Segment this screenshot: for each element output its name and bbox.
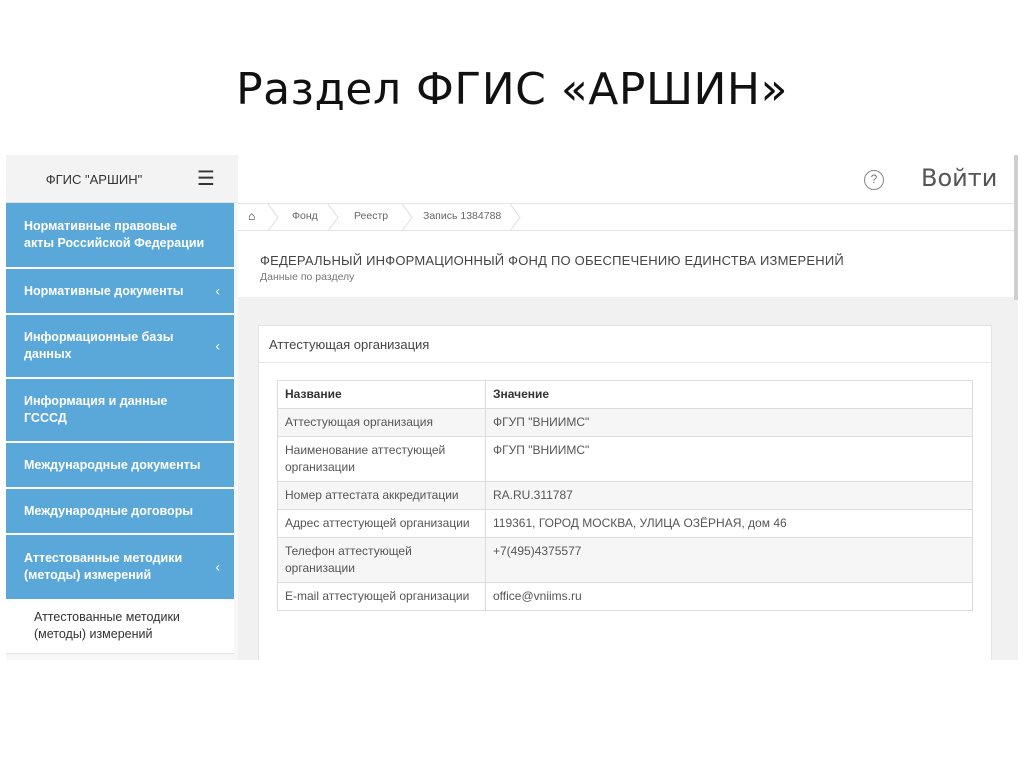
breadcrumb: ⌂ Фонд Реестр Запись 1384788	[238, 203, 1014, 231]
table-row: Аттестующая организация ФГУП "ВНИИМС"	[277, 408, 973, 437]
attributes-table: Название Значение Аттестующая организаци…	[277, 380, 973, 611]
topbar: ? Войти	[238, 155, 1018, 203]
row-key: Адрес аттестующей организации	[277, 509, 486, 538]
page-title: ФЕДЕРАЛЬНЫЙ ИНФОРМАЦИОННЫЙ ФОНД ПО ОБЕСП…	[260, 253, 844, 268]
sidebar-item-label: Аттестованные методики (методы) измерени…	[24, 551, 183, 582]
main-content: ? Войти ⌂ Фонд Реестр Запись 1384788 ФЕД…	[238, 155, 1018, 660]
row-value: ФГУП "ВНИИМС"	[485, 408, 973, 437]
row-value: 119361, ГОРОД МОСКВА, УЛИЦА ОЗЁРНАЯ, дом…	[485, 509, 973, 538]
breadcrumb-item-fond[interactable]: Фонд	[292, 204, 318, 231]
home-icon[interactable]: ⌂	[248, 204, 255, 231]
table-row: E-mail аттестующей организации office@vn…	[277, 582, 973, 611]
breadcrumb-separator	[509, 204, 521, 231]
table-header-row: Название Значение	[277, 380, 973, 409]
table-row: Наименование аттестующей организации ФГУ…	[277, 436, 973, 482]
breadcrumb-item-record[interactable]: Запись 1384788	[423, 204, 501, 231]
sidebar-subitem-methods[interactable]: Аттестованные методики (методы) измерени…	[6, 601, 234, 654]
breadcrumb-item-registry[interactable]: Реестр	[354, 204, 388, 231]
help-icon[interactable]: ?	[864, 170, 884, 190]
sidebar-item-label: Нормативные правовые акты Российской Фед…	[24, 219, 205, 250]
page-subtitle: Данные по разделу	[260, 271, 355, 283]
sidebar-item-intl-treaties[interactable]: Международные договоры	[6, 489, 234, 535]
table-row: Номер аттестата аккредитации RA.RU.31178…	[277, 481, 973, 510]
row-key: Телефон аттестующей организации	[277, 537, 486, 583]
chevron-left-icon: ‹	[215, 337, 220, 354]
chevron-left-icon: ‹	[215, 558, 220, 575]
screenshot: ФГИС "АРШИН" ☰ Нормативные правовые акты…	[6, 155, 1018, 660]
panel-divider	[259, 362, 991, 363]
sidebar-item-label: Нормативные документы	[24, 283, 184, 298]
sidebar-item-intl-docs[interactable]: Международные документы	[6, 443, 234, 489]
scrollbar[interactable]	[1014, 155, 1018, 300]
breadcrumb-separator	[401, 204, 413, 231]
column-header-name: Название	[277, 380, 486, 409]
attesting-org-panel: Аттестующая организация Название Значени…	[258, 325, 992, 660]
chevron-left-icon: ‹	[215, 282, 220, 299]
sidebar-brand: ФГИС "АРШИН" ☰	[6, 155, 238, 203]
panel-title: Аттестующая организация	[269, 337, 430, 352]
breadcrumb-separator	[327, 204, 339, 231]
sidebar-item-legal-acts[interactable]: Нормативные правовые акты Российской Фед…	[6, 203, 234, 269]
row-value: office@vniims.ru	[485, 582, 973, 611]
sidebar-item-label: Информация и данные ГСССД	[24, 394, 168, 425]
row-value: +7(495)4375577	[485, 537, 973, 583]
sidebar-item-label: Международные документы	[24, 457, 201, 472]
breadcrumb-separator	[267, 204, 279, 231]
column-header-value: Значение	[485, 380, 973, 409]
sidebar-item-gsssd[interactable]: Информация и данные ГСССД	[6, 379, 234, 443]
row-key: E-mail аттестующей организации	[277, 582, 486, 611]
row-key: Номер аттестата аккредитации	[277, 481, 486, 510]
page-header: ФЕДЕРАЛЬНЫЙ ИНФОРМАЦИОННЫЙ ФОНД ПО ОБЕСП…	[238, 231, 1014, 297]
sidebar-item-info-databases[interactable]: Информационные базы данных ‹	[6, 315, 234, 379]
sidebar-item-label: Международные договоры	[24, 503, 194, 518]
sidebar-item-label: Информационные базы данных	[24, 330, 174, 361]
sidebar: ФГИС "АРШИН" ☰ Нормативные правовые акты…	[6, 155, 238, 660]
row-value: ФГУП "ВНИИМС"	[485, 436, 973, 482]
sidebar-item-normative-docs[interactable]: Нормативные документы ‹	[6, 269, 234, 315]
table-row: Телефон аттестующей организации +7(495)4…	[277, 537, 973, 583]
hamburger-icon[interactable]: ☰	[186, 167, 226, 193]
row-value: RA.RU.311787	[485, 481, 973, 510]
table-row: Адрес аттестующей организации 119361, ГО…	[277, 509, 973, 538]
slide-title: Раздел ФГИС «АРШИН»	[236, 64, 788, 115]
row-key: Наименование аттестующей организации	[277, 436, 486, 482]
row-key: Аттестующая организация	[277, 408, 486, 437]
login-button[interactable]: Войти	[921, 164, 997, 192]
brand-name[interactable]: ФГИС "АРШИН"	[6, 172, 182, 187]
sidebar-item-methods[interactable]: Аттестованные методики (методы) измерени…	[6, 535, 234, 601]
sidebar-nav: Нормативные правовые акты Российской Фед…	[6, 203, 238, 654]
